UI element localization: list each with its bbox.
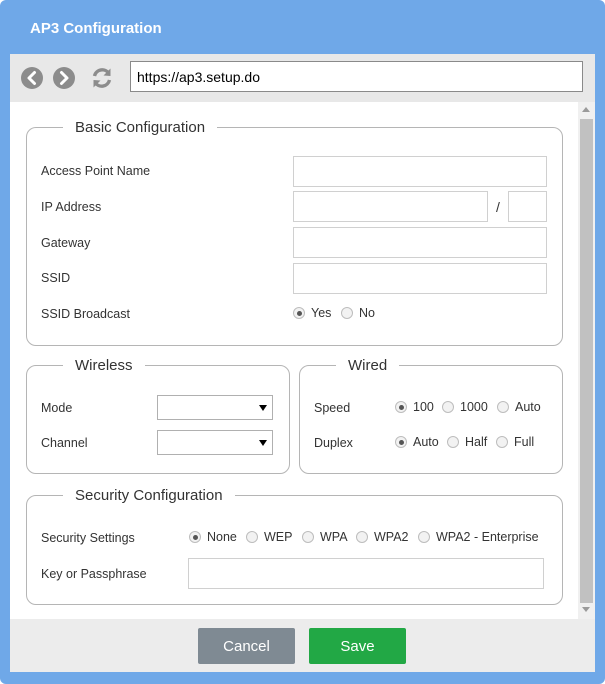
page-content: Basic Configuration Access Point Name IP… [10,102,595,619]
duplex-label: Duplex [314,436,353,450]
radio-label: Auto [515,400,541,414]
radio-label: Yes [311,306,332,320]
radio-selected-indicator [395,436,407,448]
radio-indicator [356,531,368,543]
gateway-label: Gateway [41,236,91,250]
ip-address-label: IP Address [41,200,102,214]
radio-indicator [442,401,454,413]
radio-selected-indicator [189,531,201,543]
ssid-broadcast-yes-radio[interactable]: Yes [293,306,331,320]
security-settings-label: Security Settings [41,531,135,545]
speed-1000-radio[interactable]: 1000 [442,400,488,414]
radio-indicator [246,531,258,543]
ip-prefix-separator: / [496,199,500,215]
security-none-radio[interactable]: None [189,530,237,544]
config-window: AP3 Configuration Basic Configuration Ac… [0,0,605,684]
basic-configuration-legend: Basic Configuration [75,119,206,136]
window-title: AP3 Configuration [30,20,162,37]
radio-indicator [497,401,509,413]
key-passphrase-label: Key or Passphrase [41,567,147,581]
ssid-broadcast-label: SSID Broadcast [41,307,130,321]
wireless-legend: Wireless [75,357,133,374]
vertical-scrollbar[interactable] [578,102,595,619]
radio-label: WEP [264,530,293,544]
save-button[interactable]: Save [309,628,406,664]
radio-indicator [418,531,430,543]
radio-selected-indicator [395,401,407,413]
radio-label: 100 [413,400,434,414]
ssid-broadcast-no-radio[interactable]: No [341,306,375,320]
duplex-full-radio[interactable]: Full [496,435,534,449]
radio-label: Auto [413,435,439,449]
back-arrow-icon[interactable] [20,66,44,90]
security-wpa2-radio[interactable]: WPA2 [356,530,409,544]
refresh-icon[interactable] [90,66,114,90]
key-passphrase-input[interactable] [188,558,544,589]
radio-label: WPA2 [374,530,409,544]
gateway-input[interactable] [293,227,547,258]
scroll-down-arrow-icon[interactable] [582,607,590,612]
forward-arrow-icon[interactable] [52,66,76,90]
cancel-button[interactable]: Cancel [198,628,295,664]
radio-label: Full [514,435,535,449]
radio-label: Half [465,435,488,449]
ip-prefix-input[interactable] [508,191,547,222]
security-wpa2-enterprise-radio[interactable]: WPA2 - Enterprise [418,530,539,544]
radio-indicator [341,307,353,319]
scroll-up-arrow-icon[interactable] [582,107,590,112]
ip-address-input[interactable] [293,191,488,222]
radio-label: None [207,530,237,544]
url-bar[interactable] [130,61,583,92]
mode-label: Mode [41,401,73,415]
speed-auto-radio[interactable]: Auto [497,400,541,414]
ssid-label: SSID [41,271,71,285]
speed-label: Speed [314,401,351,415]
channel-select[interactable] [157,430,273,455]
wired-group: Wired [299,357,563,474]
dialog-footer: Cancel Save [10,619,595,672]
access-point-name-label: Access Point Name [41,164,151,178]
title-bar: AP3 Configuration [0,0,605,54]
mode-select[interactable] [157,395,273,420]
radio-indicator [302,531,314,543]
wired-legend: Wired [348,357,388,374]
channel-label: Channel [41,436,88,450]
radio-label: 1000 [460,400,488,414]
duplex-auto-radio[interactable]: Auto [395,435,439,449]
security-wpa-radio[interactable]: WPA [302,530,348,544]
ssid-input[interactable] [293,263,547,294]
scrollbar-thumb[interactable] [580,119,593,603]
radio-label: WPA2 - Enterprise [436,530,539,544]
access-point-name-input[interactable] [293,156,547,187]
radio-indicator [496,436,508,448]
security-wep-radio[interactable]: WEP [246,530,292,544]
duplex-half-radio[interactable]: Half [447,435,487,449]
radio-indicator [447,436,459,448]
speed-100-radio[interactable]: 100 [395,400,434,414]
radio-label: No [359,306,375,320]
chevron-down-icon [259,440,267,446]
security-configuration-legend: Security Configuration [75,487,223,504]
chevron-down-icon [259,405,267,411]
browser-toolbar [10,54,595,102]
radio-selected-indicator [293,307,305,319]
radio-label: WPA [320,530,348,544]
